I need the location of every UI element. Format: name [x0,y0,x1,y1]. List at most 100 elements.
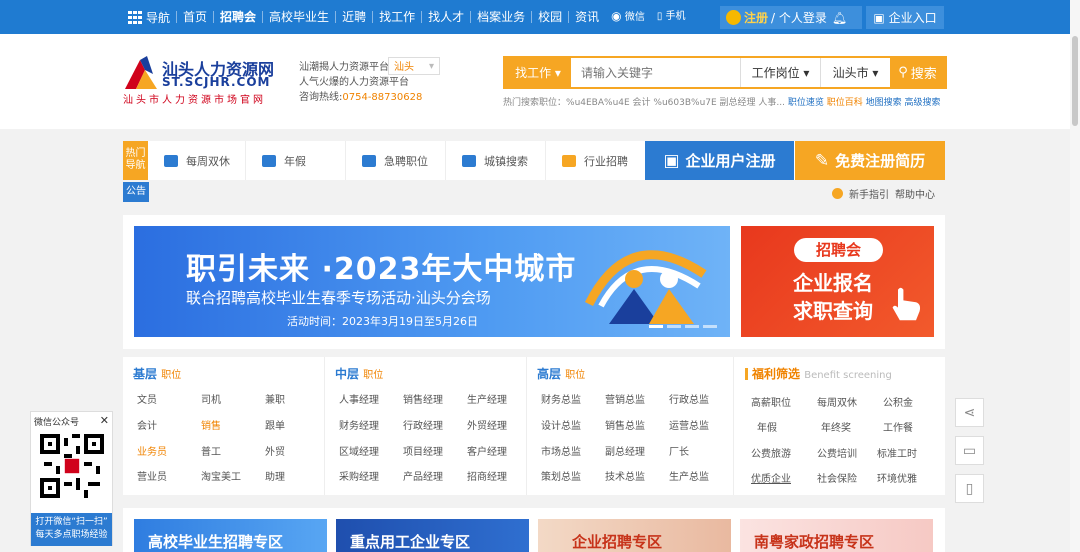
job-link[interactable]: 跟单 [265,417,285,432]
job-link[interactable]: 财务总监 [541,391,581,406]
nav-recent[interactable]: 近聘 [335,11,372,23]
welfare-link[interactable]: 优质企业 [751,470,791,485]
search-type-select[interactable]: 找工作 ▾ [505,58,571,87]
job-link[interactable]: 产品经理 [403,468,443,483]
position-select[interactable]: 工作岗位 ▾ [740,58,820,87]
welfare-link[interactable]: 公费旅游 [751,445,791,460]
hot-search-terms[interactable]: %u4EBA%u4E 会计 %u603B%u7E 副总经理 人事... [566,98,785,108]
scrollbar[interactable] [1070,0,1080,552]
job-link[interactable]: 营销总监 [605,391,645,406]
quick-urgent[interactable]: 急聘职位 [346,141,446,180]
quick-town-search[interactable]: 城镇搜索 [446,141,546,180]
link-job-wiki[interactable]: 职位百科 [827,98,863,108]
personal-login-link[interactable]: / 个人登录 [771,9,827,26]
carousel-dots[interactable] [649,325,717,328]
help-center-link[interactable]: 帮助中心 [895,186,935,201]
welfare-link[interactable]: 高薪职位 [751,394,791,409]
promo-key-employers[interactable]: 重点用工企业专区 [336,519,529,552]
job-link[interactable]: 行政经理 [403,417,443,432]
job-link[interactable]: 采购经理 [339,468,379,483]
jobfair-banner[interactable]: 招聘会 企业报名 求职查询 [741,226,934,337]
nav-archives[interactable]: 档案业务 [470,11,531,23]
job-link[interactable]: 技术总监 [605,468,645,483]
job-link[interactable]: 业务员 [137,443,167,458]
link-map-search[interactable]: 地图搜索 [866,98,902,108]
link-advanced-search[interactable]: 高级搜索 [905,98,941,108]
job-link[interactable]: 淘宝美工 [201,468,241,483]
job-link[interactable]: 外贸 [265,443,285,458]
corp-register-button[interactable]: ▣ 企业用户注册 [645,141,794,180]
job-link[interactable]: 副总经理 [605,443,645,458]
quick-annual-leave[interactable]: 年假 [246,141,346,180]
job-link[interactable]: 财务经理 [339,417,379,432]
job-link[interactable]: 设计总监 [541,417,581,432]
job-link[interactable]: 生产总监 [669,468,709,483]
nav-find-talent[interactable]: 找人才 [421,11,470,23]
close-icon[interactable]: ✕ [100,414,109,427]
job-link[interactable]: 外贸经理 [467,417,507,432]
welfare-link[interactable]: 公积金 [883,394,913,409]
nav-campus[interactable]: 校园 [531,11,568,23]
quick-industry[interactable]: 行业招聘 [546,141,645,180]
register-link[interactable]: 注册 [744,9,768,26]
link-job-overview[interactable]: 职位速览 [788,98,824,108]
job-link[interactable]: 区域经理 [339,443,379,458]
nav-guide[interactable]: 导航 [128,10,176,24]
nav-mobile[interactable]: ▯ 手机 [651,11,692,23]
mobile-icon: ▯ [656,11,663,22]
resume-register-button[interactable]: ✎ 免费注册简历 [795,141,945,180]
job-link[interactable]: 客户经理 [467,443,507,458]
job-link[interactable]: 助理 [265,468,285,483]
nav-news[interactable]: 资讯 [568,11,605,23]
mobile-button[interactable]: ▯ [955,474,984,503]
welfare-link[interactable]: 年假 [757,419,777,434]
job-link[interactable]: 招商经理 [467,468,507,483]
promo-graduates[interactable]: 高校毕业生招聘专区 [134,519,327,552]
feedback-button[interactable]: ▭ [955,436,984,465]
promo-enterprise[interactable]: 企业招聘专区 [538,519,731,552]
job-link[interactable]: 人事经理 [339,391,379,406]
login-register-box[interactable]: 注册 / 个人登录 🔔︎ [720,6,862,29]
welfare-link[interactable]: 社会保险 [817,470,857,485]
nav-jobfair[interactable]: 招聘会 [213,11,262,23]
nav-wechat[interactable]: ◉ 微信 [605,10,651,24]
job-link[interactable]: 市场总监 [541,443,581,458]
job-link[interactable]: 普工 [201,443,221,458]
quick-weekend[interactable]: 每周双休 [148,141,246,180]
job-link[interactable]: 厂长 [669,443,689,458]
guide-link[interactable]: 新手指引 [849,186,889,201]
bell-icon[interactable]: 🔔︎ [832,11,847,25]
corp-entry-button[interactable]: ▣ 企业入口 [866,6,944,29]
job-link[interactable]: 销售总监 [605,417,645,432]
city-filter-select[interactable]: 汕头市 ▾ [820,58,890,87]
job-link[interactable]: 会计 [137,417,157,432]
search-input[interactable] [573,58,738,87]
job-link[interactable]: 营业员 [137,468,167,483]
main-banner[interactable]: 职引未来 ·2023年大中城市 联合招聘高校毕业生春季专场活动·汕头分会场 活动… [134,226,730,337]
welfare-link[interactable]: 每周双休 [817,394,857,409]
job-link[interactable]: 司机 [201,391,221,406]
job-link[interactable]: 文员 [137,391,157,406]
nav-graduates[interactable]: 高校毕业生 [262,11,335,23]
job-link[interactable]: 兼职 [265,391,285,406]
welfare-link[interactable]: 年终奖 [821,419,851,434]
hot-search-label: 热门搜索职位： [503,98,567,108]
welfare-link[interactable]: 工作餐 [883,419,913,434]
job-link[interactable]: 销售经理 [403,391,443,406]
job-link[interactable]: 策划总监 [541,468,581,483]
nav-find-job[interactable]: 找工作 [372,11,421,23]
share-button[interactable]: ⋖ [955,398,984,427]
job-link[interactable]: 生产经理 [467,391,507,406]
welfare-link[interactable]: 环境优雅 [877,470,917,485]
search-button[interactable]: ⚲ 搜索 [890,58,945,87]
promo-housekeeping[interactable]: 南粤家政招聘专区 [740,519,933,552]
job-link[interactable]: 行政总监 [669,391,709,406]
welfare-link[interactable]: 标准工时 [877,445,917,460]
nav-home[interactable]: 首页 [176,11,213,23]
city-select[interactable]: 汕头 ▾ [388,57,440,75]
job-link[interactable]: 项目经理 [403,443,443,458]
scrollbar-thumb[interactable] [1072,36,1078,126]
welfare-link[interactable]: 公费培训 [817,445,857,460]
job-link[interactable]: 销售 [201,417,221,432]
job-link[interactable]: 运营总监 [669,417,709,432]
